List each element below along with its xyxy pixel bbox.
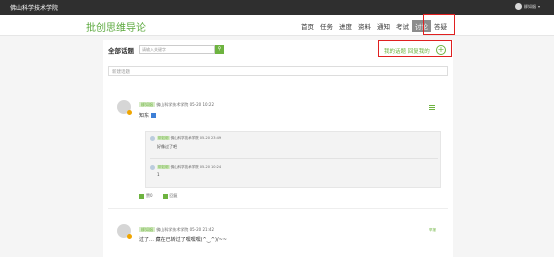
school-name: 佛山科学技术学院 [10,5,59,12]
highlight-box-discussion [423,14,455,35]
user-avatar [514,3,522,10]
avatar [150,136,155,141]
post-time: 05-20 10:22 [189,102,214,107]
report-link[interactable]: 举报 [429,228,436,233]
divider [150,158,438,159]
avatar[interactable] [117,224,132,239]
comment-icon [162,193,168,199]
post-body: 知东 [139,112,156,119]
post-actions: 赞0 回复 [139,193,178,199]
nav-item-tasks[interactable]: 任务 [317,21,336,32]
post-text: 知东 [139,113,150,119]
menu-icon[interactable] [429,105,435,110]
top-bar: 佛山科学技术学院 柳如烟 ▾ [0,0,554,15]
author-name[interactable]: 柳如烟 [139,227,155,232]
badge-icon [127,234,132,239]
course-nav: 批创思维导论 首页 任务 进度 资料 通知 考试 讨论 答疑 [0,15,554,36]
nav-item-home[interactable]: 首页 [298,21,317,32]
reply-list: 柳如烟 佛山科学技术学院 05-20 23:49 好像过了吧 柳如烟 佛山科学技… [145,131,441,188]
author-school: 佛山科学技术学院 [156,102,189,107]
post-meta: 柳如烟 佛山科学技术学院 05-20 21:42 [139,227,214,233]
author-name[interactable]: 柳如烟 [139,102,155,107]
nav-item-progress[interactable]: 进度 [336,21,355,32]
reply-time: 05-20 10:24 [199,165,222,169]
divider [108,208,448,209]
post-meta: 柳如烟 佛山科学技术学院 05-20 10:22 [139,102,214,108]
avatar[interactable] [117,100,132,115]
avatar [150,165,155,170]
user-name: 柳如烟 [523,3,536,9]
author-school: 佛山科学技术学院 [156,227,189,232]
reply-text: 好像过了吧 [157,144,177,149]
like-button[interactable]: 赞0 [139,193,153,199]
reply-school: 佛山科学技术学院 [170,136,199,140]
nav-item-notice[interactable]: 通知 [374,21,393,32]
reply-author[interactable]: 柳如烟 [157,136,170,140]
course-title: 批创思维导论 [86,23,146,34]
reply-text: 1 [157,172,160,177]
post-time: 05-20 21:42 [189,227,214,232]
reply-author[interactable]: 柳如烟 [157,165,170,169]
search-input[interactable]: 请输入关键字 [139,45,215,54]
user-menu[interactable]: 柳如烟 ▾ [514,3,540,10]
search-icon[interactable]: ⚲ [215,45,224,54]
thumbs-up-icon [139,193,144,199]
reply-meta: 柳如烟 佛山科学技术学院 05-20 23:49 [157,136,221,141]
section-title: 全部话题 [108,47,134,55]
nav-item-materials[interactable]: 资料 [355,21,374,32]
badge-icon [127,110,132,115]
post-text: 过了… 藏在已转过了嘿嘿嘿(^‿^)/~~ [139,237,227,243]
nav-item-exam[interactable]: 考试 [393,21,412,32]
reply-school: 佛山科学技术学院 [170,165,199,169]
reply-time: 05-20 23:49 [199,136,222,140]
chevron-down-icon: ▾ [537,4,540,9]
like-count: 赞0 [146,193,153,198]
emoji-icon [150,113,156,118]
highlight-box-filters [378,40,452,57]
new-topic-input[interactable]: 新建话题 [108,66,448,76]
discussion-panel: 全部话题 请输入关键字 ⚲ 我的话题 回复我的 + 新建话题 柳如烟 佛山科学技… [103,40,453,257]
reply-label: 回复 [169,193,178,198]
reply-button[interactable]: 回复 [162,193,178,199]
reply-meta: 柳如烟 佛山科学技术学院 05-20 10:24 [157,165,221,170]
